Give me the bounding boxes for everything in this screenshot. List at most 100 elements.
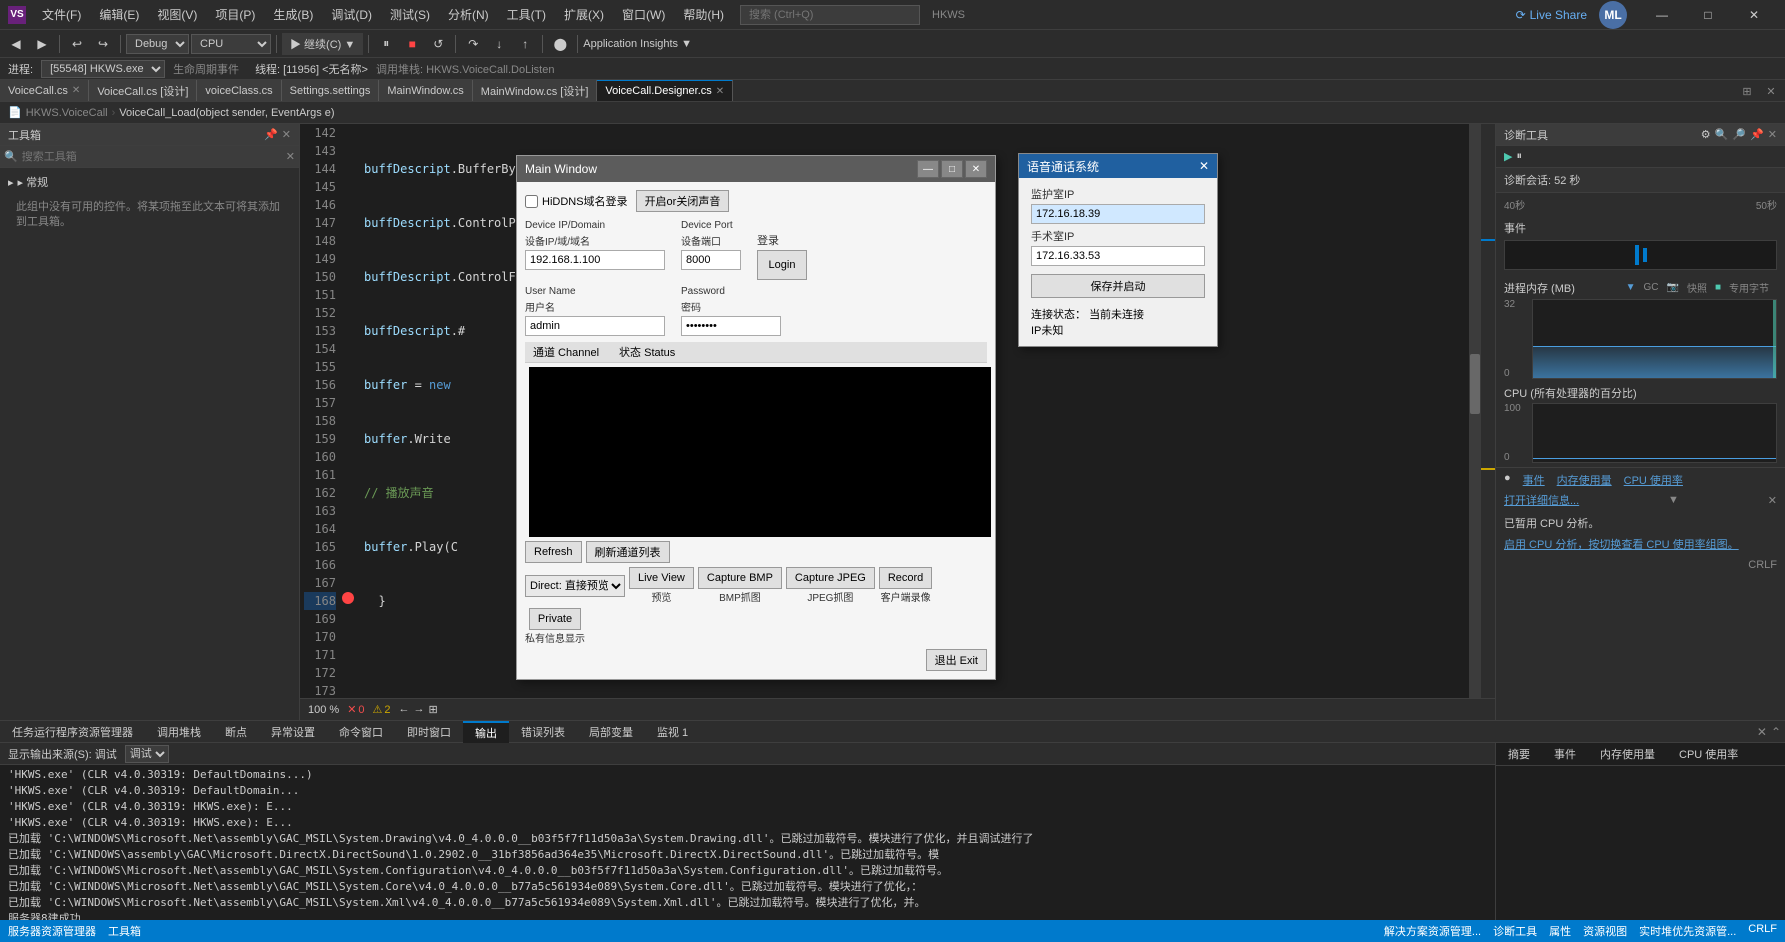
pause-button[interactable]: ⏸	[374, 33, 398, 55]
tab-mainwindow[interactable]: MainWindow.cs	[379, 80, 472, 101]
global-search[interactable]	[740, 5, 920, 25]
diag-close-icon[interactable]: ✕	[1768, 128, 1777, 141]
step-into[interactable]: ↓	[487, 33, 511, 55]
cpu-dropdown[interactable]: CPU	[191, 34, 271, 54]
refresh-list-btn[interactable]: 刷新通道列表	[586, 541, 670, 563]
hiddns-checkbox[interactable]	[525, 195, 538, 208]
voice-dialog-close-btn[interactable]: ✕	[1199, 159, 1209, 173]
warning-count[interactable]: ⚠ 2	[373, 703, 391, 716]
bottom-collapse-icon[interactable]: ⌃	[1771, 725, 1781, 739]
exit-btn[interactable]: 退出 Exit	[926, 649, 987, 671]
breakpoint-btn[interactable]: ⬤	[548, 33, 572, 55]
bottom-tab-task-runner[interactable]: 任务运行程序资源管理器	[0, 721, 145, 743]
app-insights-btn[interactable]: Application Insights ▼	[583, 38, 692, 50]
diag-tab-summary[interactable]: 摘要	[1496, 743, 1542, 765]
bottom-tab-output[interactable]: 输出	[463, 721, 509, 743]
status-server-explorer[interactable]: 服务器资源管理器	[8, 923, 96, 939]
toolbar-forward[interactable]: ▶	[30, 33, 54, 55]
password-input[interactable]	[681, 316, 781, 336]
bottom-close-icon[interactable]: ✕	[1757, 725, 1767, 739]
debug-mode-dropdown[interactable]: Debug	[126, 34, 189, 54]
menu-debug[interactable]: 调试(D)	[323, 4, 380, 25]
tab-close-icon[interactable]: ✕	[72, 85, 80, 96]
toolbar-undo[interactable]: ↩	[65, 33, 89, 55]
diag-cpu-link[interactable]: CPU 使用率	[1624, 472, 1683, 488]
diag-tab-memory[interactable]: 内存使用量	[1588, 743, 1667, 765]
diag-tab-cpu[interactable]: CPU 使用率	[1667, 743, 1750, 765]
user-avatar[interactable]: ML	[1599, 1, 1627, 29]
dialog-maximize-btn[interactable]: □	[941, 160, 963, 178]
status-realtime[interactable]: 实时堆优先资源管...	[1639, 923, 1736, 939]
status-diagnostics[interactable]: 诊断工具	[1493, 923, 1537, 939]
tab-voicecall-cs[interactable]: VoiceCall.cs ✕	[0, 80, 89, 101]
maximize-button[interactable]: □	[1685, 0, 1731, 30]
output-source-dropdown[interactable]: 调试	[125, 745, 169, 763]
bottom-tab-watch[interactable]: 监视 1	[645, 721, 700, 743]
menu-file[interactable]: 文件(F)	[34, 4, 89, 25]
refresh-btn[interactable]: Refresh	[525, 541, 582, 563]
step-over[interactable]: ↷	[461, 33, 485, 55]
tab-voicecall-design[interactable]: VoiceCall.cs [设计]	[89, 80, 197, 101]
bottom-tab-locals[interactable]: 局部变量	[577, 721, 645, 743]
menu-window[interactable]: 窗口(W)	[614, 4, 673, 25]
restart-button[interactable]: ↺	[426, 33, 450, 55]
bottom-tab-command[interactable]: 命令窗口	[327, 721, 395, 743]
live-share-button[interactable]: ⟳ Live Share	[1516, 8, 1587, 22]
status-resource-view[interactable]: 资源视图	[1583, 923, 1627, 939]
detail-close-icon[interactable]: ✕	[1768, 494, 1777, 507]
diag-memory-link[interactable]: 内存使用量	[1557, 472, 1612, 488]
menu-analyze[interactable]: 分析(N)	[440, 4, 497, 25]
tab-settings[interactable]: Settings.settings	[282, 80, 380, 101]
capture-jpeg-btn[interactable]: Capture JPEG	[786, 567, 875, 589]
nurse-ip-input[interactable]	[1031, 246, 1205, 266]
nav-expand-icon[interactable]: ⊞	[429, 703, 438, 716]
menu-test[interactable]: 测试(S)	[382, 4, 438, 25]
search-clear-icon[interactable]: ✕	[286, 150, 295, 163]
diag-zoom-in-icon[interactable]: 🔍	[1715, 128, 1729, 141]
nav-prev-icon[interactable]: ←	[399, 703, 410, 716]
menu-build[interactable]: 生成(B)	[265, 4, 321, 25]
live-view-btn[interactable]: Live View	[629, 567, 694, 589]
detail-expand-icon[interactable]: ▼	[1668, 494, 1679, 506]
toolbar-back[interactable]: ◀	[4, 33, 28, 55]
dialog-minimize-btn[interactable]: —	[917, 160, 939, 178]
diag-play-icon[interactable]: ▶	[1504, 150, 1512, 163]
diag-events-link[interactable]: 事件	[1523, 472, 1545, 488]
diag-pin-icon[interactable]: 📌	[1750, 128, 1764, 141]
toolbar-redo[interactable]: ↪	[91, 33, 115, 55]
diag-pause-icon[interactable]: ⏸	[1516, 150, 1522, 163]
direct-preview-select[interactable]: Direct: 直接预览	[525, 575, 625, 597]
menu-extensions[interactable]: 扩展(X)	[556, 4, 612, 25]
scrollbar-thumb[interactable]	[1470, 354, 1480, 414]
bc-method[interactable]: VoiceCall_Load(object sender, EventArgs …	[119, 107, 334, 119]
dialog-close-btn[interactable]: ✕	[965, 160, 987, 178]
open-detail-link[interactable]: 打开详细信息...	[1504, 492, 1579, 508]
capture-bmp-btn[interactable]: Capture BMP	[698, 567, 782, 589]
device-port-input[interactable]	[681, 250, 741, 270]
menu-edit[interactable]: 编辑(E)	[91, 4, 147, 25]
menu-view[interactable]: 视图(V)	[149, 4, 205, 25]
tab-designer-close-icon[interactable]: ✕	[716, 86, 724, 97]
save-start-btn[interactable]: 保存并启动	[1031, 274, 1205, 298]
tab-mainwindow-design[interactable]: MainWindow.cs [设计]	[473, 80, 598, 101]
split-view-btn[interactable]: ⊞	[1737, 81, 1757, 101]
diag-zoom-out-icon[interactable]: 🔎	[1732, 128, 1746, 141]
toolbox-search-input[interactable]	[22, 151, 286, 163]
tab-voiceclass[interactable]: voiceClass.cs	[197, 80, 281, 101]
status-toolbox[interactable]: 工具箱	[108, 923, 141, 939]
username-input[interactable]	[525, 316, 665, 336]
tab-voicecall-designer[interactable]: VoiceCall.Designer.cs ✕	[597, 80, 733, 101]
bc-project[interactable]: HKWS.VoiceCall	[26, 107, 108, 119]
bottom-tab-exceptions[interactable]: 异常设置	[259, 721, 327, 743]
status-solution-explorer[interactable]: 解决方案资源管理...	[1384, 923, 1481, 939]
bottom-tab-immediate[interactable]: 即时窗口	[395, 721, 463, 743]
bottom-tab-callstack[interactable]: 调用堆栈	[145, 721, 213, 743]
private-btn[interactable]: Private	[529, 608, 581, 630]
minimize-button[interactable]: —	[1639, 0, 1685, 30]
output-text[interactable]: 'HKWS.exe' (CLR v4.0.30319: DefaultDomai…	[0, 765, 1495, 920]
menu-tools[interactable]: 工具(T)	[499, 4, 554, 25]
monitor-ip-input[interactable]	[1031, 204, 1205, 224]
diag-tab-events[interactable]: 事件	[1542, 743, 1588, 765]
editor-scrollbar[interactable]	[1469, 124, 1481, 698]
toggle-sound-btn[interactable]: 开启or关闭声音	[636, 190, 730, 212]
